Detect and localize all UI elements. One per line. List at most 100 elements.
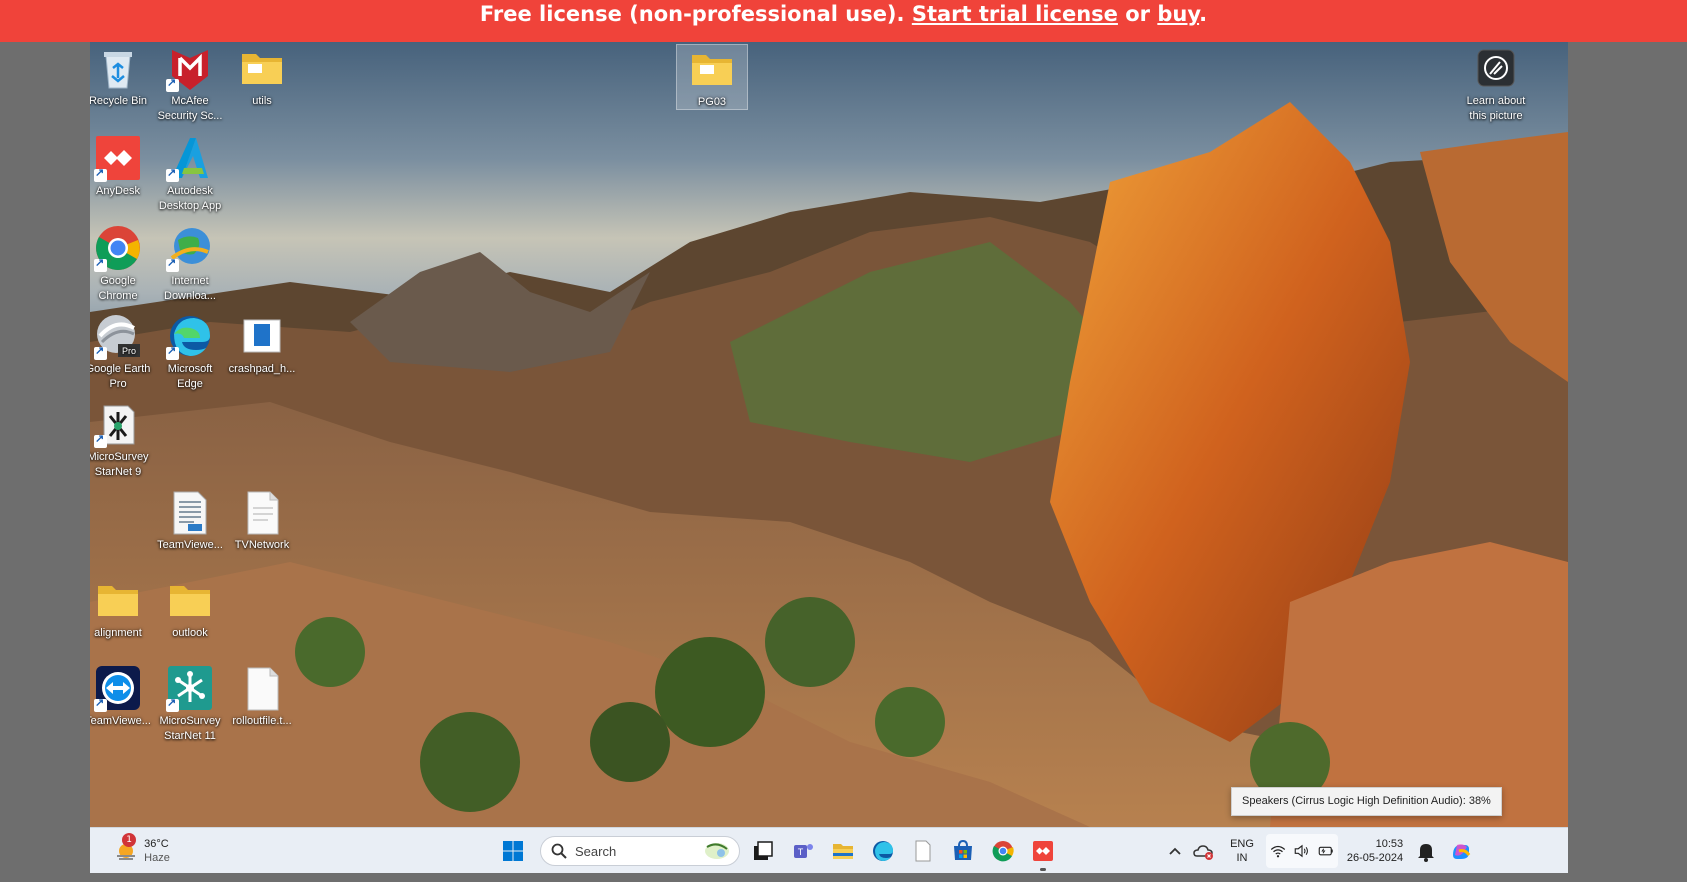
copilot-icon <box>1453 844 1471 859</box>
mcafee-shield-icon <box>166 44 214 92</box>
weather-condition: Haze <box>144 852 170 864</box>
icon-label: alignment <box>94 627 142 639</box>
desktop-icon-google-earth-pro[interactable]: Pro Google Earth Pro <box>90 312 154 392</box>
battery-icon <box>1318 846 1333 856</box>
active-app-indicator <box>1040 868 1046 871</box>
search-highlight-icon <box>705 843 729 859</box>
copilot-button[interactable] <box>1444 834 1478 868</box>
taskbar-teams[interactable]: T <box>786 834 820 868</box>
shortcut-arrow-icon <box>94 256 107 272</box>
start-trial-link[interactable]: Start trial license <box>912 2 1118 26</box>
taskbar-edge[interactable] <box>866 834 900 868</box>
document-icon <box>166 488 214 536</box>
desktop-icon-rolloutfile[interactable]: rolloutfile.t... <box>226 664 298 729</box>
shortcut-arrow-icon <box>166 256 179 272</box>
shortcut-arrow-icon <box>94 696 107 712</box>
earth-pro-badge: Pro <box>122 346 136 356</box>
input-language-indicator[interactable]: ENG IN <box>1222 834 1262 868</box>
icon-label: Recycle Bin <box>90 95 148 107</box>
volume-tooltip: Speakers (Cirrus Logic High Definition A… <box>1231 787 1502 816</box>
clock-date: 26-05-2024 <box>1346 852 1404 864</box>
icon-label: Microsoft Edge <box>167 363 213 390</box>
desktop-icon-google-chrome[interactable]: Google Chrome <box>90 224 154 304</box>
tray-onedrive[interactable] <box>1190 834 1218 868</box>
desktop-icon-outlook-folder[interactable]: outlook <box>154 576 226 641</box>
google-earth-icon: Pro <box>94 312 142 360</box>
shortcut-arrow-icon <box>94 432 107 448</box>
teams-icon: T <box>794 844 813 858</box>
weather-temperature: 36°C <box>144 838 169 850</box>
svg-text:T: T <box>798 847 804 857</box>
icon-label: Google Chrome <box>98 275 138 302</box>
icon-label: utils <box>252 95 272 107</box>
folder-icon <box>94 576 142 624</box>
desktop-icon-utils[interactable]: utils <box>226 44 298 109</box>
license-banner: Free license (non-professional use). Sta… <box>0 0 1687 42</box>
quick-settings-button[interactable] <box>1266 834 1338 868</box>
taskbar-chrome[interactable] <box>986 834 1020 868</box>
desktop-icon-tvnetwork[interactable]: TVNetwork <box>226 488 298 553</box>
icon-label: AnyDesk <box>95 185 141 197</box>
taskbar-file-explorer[interactable] <box>826 834 860 868</box>
desktop-icon-teamviewer-document[interactable]: TeamViewe... <box>154 488 226 553</box>
volume-icon <box>1294 844 1308 858</box>
anydesk-icon <box>94 134 142 182</box>
icon-label: TVNetwork <box>234 539 290 551</box>
license-notice: Free license (non-professional use). <box>479 2 905 26</box>
clock-time: 10:53 <box>1375 838 1404 850</box>
teamviewer-icon <box>94 664 142 712</box>
weather-widget[interactable]: 1 36°C Haze <box>102 833 182 868</box>
shortcut-arrow-icon <box>166 696 179 712</box>
file-explorer-icon <box>833 844 853 859</box>
desktop-icon-anydesk[interactable]: AnyDesk <box>90 134 154 199</box>
desktop-icon-crashpad[interactable]: crashpad_h... <box>226 312 298 377</box>
taskbar-microsoft-store[interactable] <box>946 834 980 868</box>
buy-link[interactable]: buy <box>1157 2 1199 26</box>
shortcut-arrow-icon <box>166 344 179 360</box>
icon-label: TeamViewe... <box>157 539 223 551</box>
desktop-wallpaper <box>90 42 1568 827</box>
shortcut-arrow-icon <box>166 166 179 182</box>
start-button[interactable] <box>496 834 530 868</box>
desktop-icon-alignment[interactable]: alignment <box>90 576 154 641</box>
taskbar-task-view[interactable] <box>746 834 780 868</box>
shortcut-arrow-icon <box>166 76 179 92</box>
folder-icon <box>688 45 736 93</box>
banner-or-text: or <box>1125 2 1151 26</box>
executable-icon <box>238 312 286 360</box>
shortcut-arrow-icon <box>94 166 107 182</box>
desktop-icon-mcafee[interactable]: McAfee Security Sc... <box>154 44 226 124</box>
desktop-icon-microsurvey-starnet-9[interactable]: MicroSurvey StarNet 9 <box>90 400 154 480</box>
show-hidden-icons-button[interactable] <box>1162 834 1188 868</box>
taskbar: 1 36°C Haze Search T ENG IN 10:53 26-05-… <box>90 827 1568 873</box>
camera-info-icon <box>1472 44 1520 92</box>
icon-label: Google Earth Pro <box>90 363 151 390</box>
store-icon <box>954 839 972 860</box>
icon-label: outlook <box>172 627 208 639</box>
icon-label: PG03 <box>697 96 727 108</box>
desktop-icon-teamviewer[interactable]: TeamViewe... <box>90 664 154 729</box>
desktop-icon-autodesk[interactable]: Autodesk Desktop App <box>154 134 226 214</box>
chrome-icon <box>94 224 142 272</box>
desktop-icon-recycle-bin[interactable]: Recycle Bin <box>90 44 154 109</box>
desktop-icon-microsoft-edge[interactable]: Microsoft Edge <box>154 312 226 392</box>
language-code: ENG <box>1230 838 1254 850</box>
icon-label: Internet Downloa... <box>164 275 216 302</box>
taskbar-notepad[interactable] <box>906 834 940 868</box>
notifications-button[interactable] <box>1412 834 1440 868</box>
desktop-icon-learn-about-picture[interactable]: Learn about this picture <box>1460 44 1532 124</box>
icon-label: rolloutfile.t... <box>232 715 292 727</box>
anydesk-icon <box>1033 841 1053 861</box>
taskbar-search[interactable]: Search <box>540 836 740 866</box>
icon-label: MicroSurvey StarNet 9 <box>90 451 149 478</box>
clock[interactable]: 10:53 26-05-2024 <box>1340 834 1410 868</box>
bell-icon <box>1418 844 1434 862</box>
cloud-error-icon <box>1193 845 1213 860</box>
remote-screen[interactable]: Recycle Bin McAfee Security Sc... utils … <box>90 42 1568 873</box>
desktop-icon-internet-download-manager[interactable]: Internet Downloa... <box>154 224 226 304</box>
desktop-icon-microsurvey-starnet-11[interactable]: MicroSurvey StarNet 11 <box>154 664 226 744</box>
icon-label: TeamViewe... <box>90 715 151 727</box>
text-file-icon <box>238 664 286 712</box>
desktop-icon-pg03[interactable]: PG03 <box>676 44 748 110</box>
taskbar-anydesk[interactable] <box>1026 834 1060 871</box>
